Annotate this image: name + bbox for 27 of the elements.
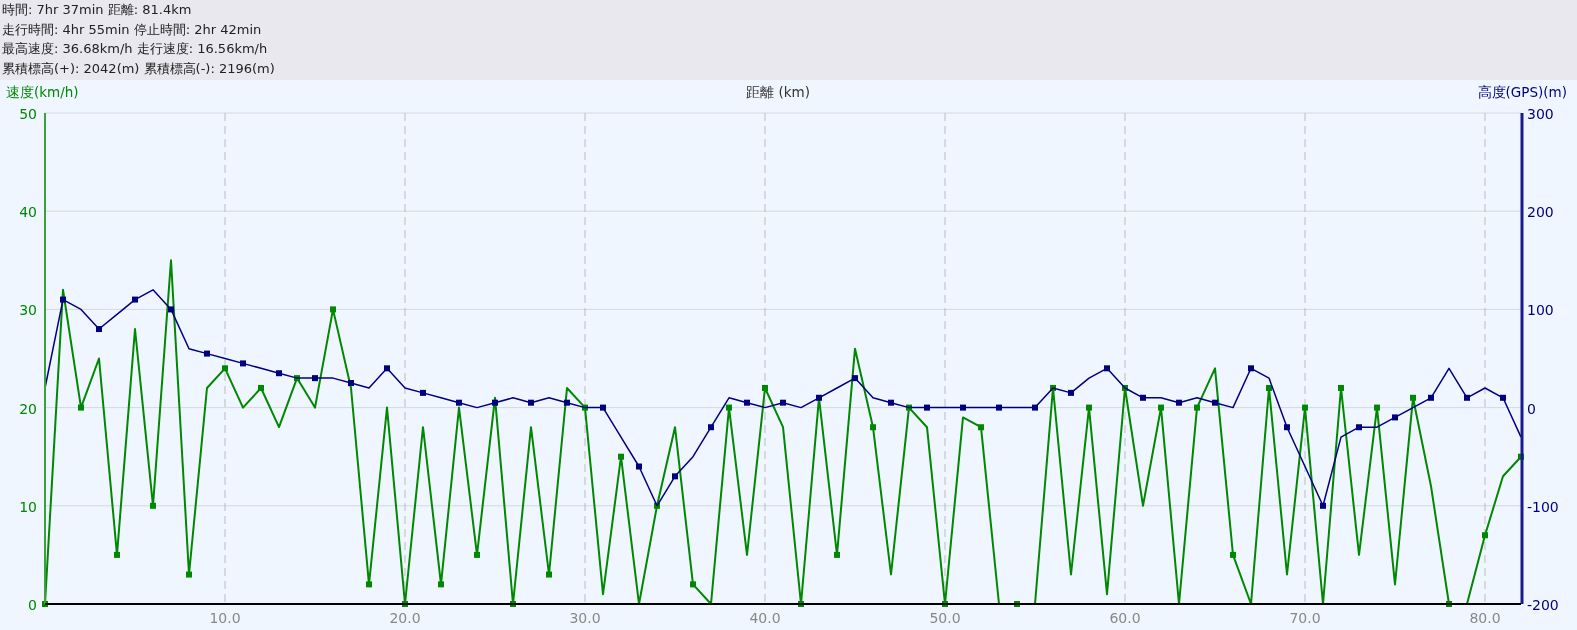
x-tick-label: 80.0 <box>1469 610 1501 626</box>
summary-text: 累積標高(+): 2042(m) 累積標高(-): 2196(m) <box>2 59 275 78</box>
right-axis-title: 高度(GPS)(m) <box>1477 84 1567 102</box>
y-tick-label: 20 <box>19 400 37 417</box>
x-tick-label: 20.0 <box>389 610 421 626</box>
x-tick-label: 60.0 <box>1109 610 1141 626</box>
x-tick-label: 30.0 <box>569 610 601 626</box>
y-tick-label: 50 <box>19 106 37 122</box>
left-axis-title: 速度(km/h) <box>6 84 79 102</box>
summary-text: 走行時間: 4hr 55min 停止時間: 2hr 42min <box>2 20 262 39</box>
y-tick-label: 40 <box>19 204 37 221</box>
y2-tick-label: 200 <box>1527 204 1554 221</box>
x-tick-label: 70.0 <box>1289 610 1321 626</box>
y2-tick-label: 300 <box>1527 106 1554 122</box>
y2-tick-label: -100 <box>1527 498 1559 515</box>
x-tick-label: 40.0 <box>749 610 781 626</box>
x-tick-label: 50.0 <box>929 610 961 626</box>
summary-text: 最高速度: 36.68km/h 走行速度: 16.56km/h <box>2 40 268 58</box>
x-tick-label: 10.0 <box>209 610 241 626</box>
y-tick-label: 0 <box>28 597 37 613</box>
y2-tick-label: 100 <box>1527 302 1554 319</box>
y-tick-label: 10 <box>19 498 37 515</box>
y2-tick-label: 0 <box>1527 400 1536 417</box>
summary-text: 時間: 7hr 37min 距離: 81.4km <box>2 1 192 19</box>
y2-tick-label: -200 <box>1527 597 1559 613</box>
x-axis-title: 距離 (km) <box>746 84 810 102</box>
y-tick-label: 30 <box>19 302 37 319</box>
